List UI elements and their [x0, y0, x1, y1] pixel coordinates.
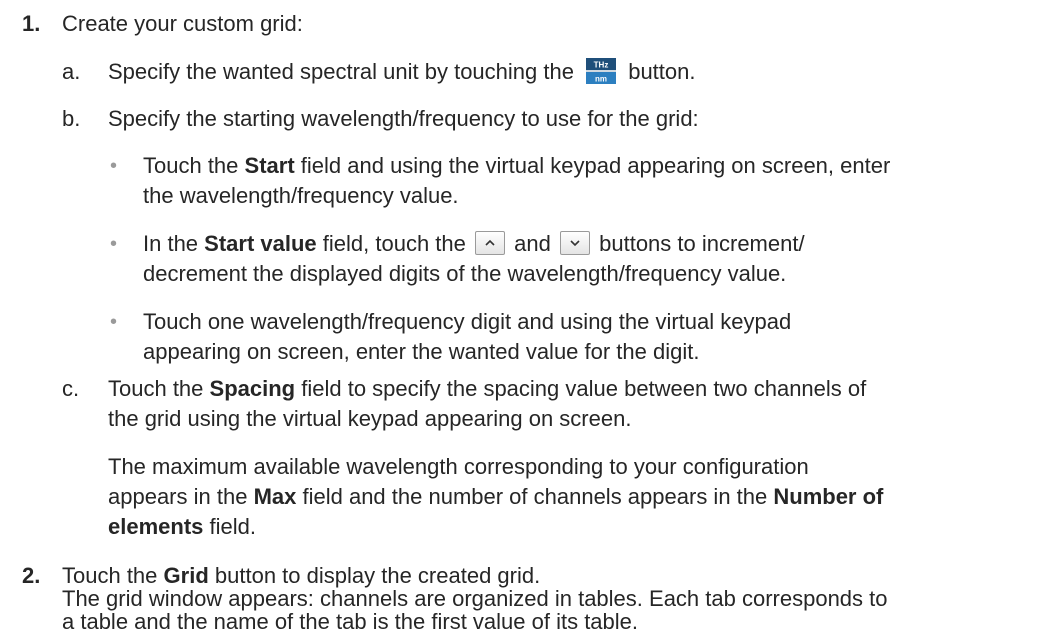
step-2-line-3: a table and the name of the tab is the f…: [62, 609, 639, 634]
substep-c-line-2: the grid using the virtual keypad appear…: [108, 406, 632, 431]
substep-a: Specify the wanted spectral unit by touc…: [108, 56, 696, 88]
note-line-3: elements field.: [108, 513, 256, 541]
substep-c-pre: Touch the: [108, 376, 204, 401]
step-1: 1.: [22, 10, 40, 38]
step-2: 2.: [22, 562, 40, 590]
substep-a-text-after: button.: [628, 59, 696, 84]
bullet-3-line-2: appearing on screen, enter the wanted va…: [143, 339, 700, 364]
substep-a-letter: a.: [62, 59, 81, 84]
chevron-down-icon: [570, 240, 580, 247]
bullet-2-mid1: field, touch the: [322, 231, 466, 256]
note-line-1: The maximum available wavelength corresp…: [108, 454, 809, 479]
substep-b-text: Specify the starting wavelength/frequenc…: [108, 106, 699, 131]
bullet-2-line-2: decrement the displayed digits of the wa…: [143, 261, 787, 286]
step-number: 2.: [22, 563, 41, 588]
note-line-2: appears in the Max field and the number …: [108, 483, 883, 511]
bullet-1-line-1: Touch the Start field and using the virt…: [143, 152, 890, 180]
substep-c-line-1: Touch the Spacing field to specify the s…: [108, 375, 866, 403]
bullet-2-pre: In the: [143, 231, 199, 256]
number-of-elements-label-part1: Number of: [773, 484, 884, 509]
bullet-marker: •: [110, 155, 118, 177]
substep-b-letter: b.: [62, 106, 81, 131]
icon-top-label: THz: [594, 61, 609, 70]
bullet-1-post: field and using the virtual keypad appea…: [300, 153, 891, 178]
bullet-2-line-1: In the Start value field, touch the and …: [143, 230, 805, 258]
number-of-elements-label-part2: elements: [108, 514, 204, 539]
step-number: 1.: [22, 11, 41, 36]
bullet-marker: •: [110, 233, 118, 255]
start-value-field-label: Start value: [204, 231, 317, 256]
note-mid: field and the number of channels appears…: [302, 484, 768, 509]
max-field-label: Max: [253, 484, 297, 509]
icon-bottom-label: nm: [595, 75, 607, 84]
substep-c-post: field to specify the spacing value betwe…: [301, 376, 867, 401]
increment-button[interactable]: [475, 231, 506, 256]
bullet-2-post: buttons to increment/: [599, 231, 805, 256]
spectral-unit-button[interactable]: THz nm: [584, 56, 619, 87]
bullet-3-line-1: Touch one wavelength/frequency digit and…: [143, 309, 792, 334]
start-field-label: Start: [244, 153, 295, 178]
bullet-marker: •: [110, 311, 118, 333]
thz-nm-icon: THz nm: [584, 56, 619, 87]
decrement-button[interactable]: [560, 231, 590, 256]
note-post: field.: [209, 514, 256, 539]
chevron-up-icon: [485, 240, 495, 246]
bullet-2-mid2: and: [514, 231, 551, 256]
substep-a-text-before: Specify the wanted spectral unit by touc…: [108, 59, 574, 84]
spacing-field-label: Spacing: [209, 376, 296, 401]
note-pre: appears in the: [108, 484, 248, 509]
substep-c-letter: c.: [62, 376, 80, 401]
step-1-text: Create your custom grid:: [62, 11, 303, 36]
bullet-1-line-2: the wavelength/frequency value.: [143, 183, 459, 208]
bullet-1-pre: Touch the: [143, 153, 239, 178]
